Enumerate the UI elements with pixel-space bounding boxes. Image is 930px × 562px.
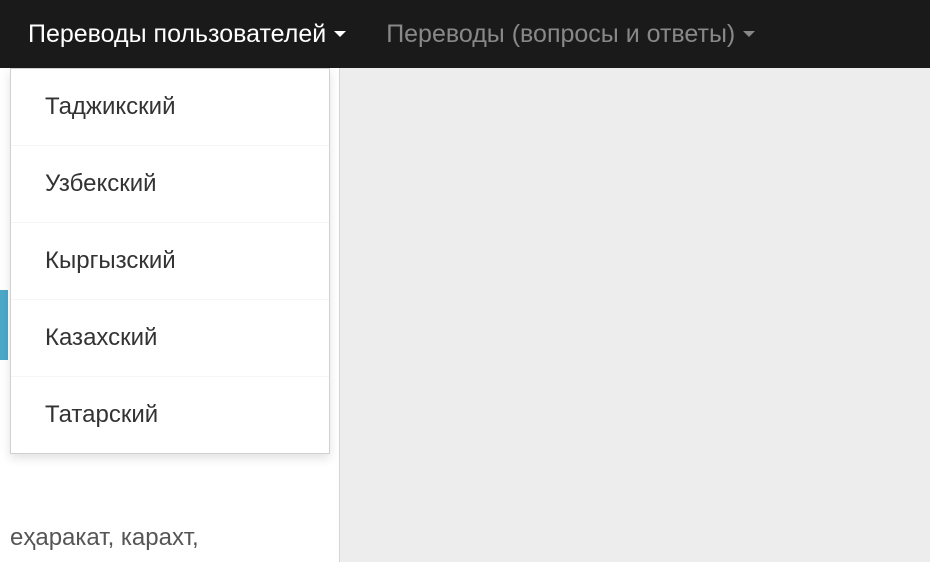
- dropdown-item-label: Узбекский: [45, 170, 157, 197]
- dropdown-item-label: Таджикский: [45, 93, 175, 120]
- dropdown-item-label: Татарский: [45, 401, 158, 428]
- navbar: Переводы пользователей Переводы (вопросы…: [0, 0, 930, 68]
- caret-down-icon: [743, 31, 755, 37]
- dropdown-item-uzbek[interactable]: Узбекский: [11, 146, 329, 223]
- nav-translations-qa[interactable]: Переводы (вопросы и ответы): [386, 0, 795, 68]
- content-background: [340, 68, 930, 562]
- partial-text-behind: еҳаракат, карахт,: [10, 524, 199, 552]
- nav-user-translations[interactable]: Переводы пользователей: [28, 0, 386, 68]
- dropdown-item-tatar[interactable]: Татарский: [11, 377, 329, 453]
- nav-label: Переводы пользователей: [28, 20, 326, 49]
- dropdown-item-kyrgyz[interactable]: Кыргызский: [11, 223, 329, 300]
- dropdown-item-label: Казахский: [45, 324, 157, 351]
- sidebar-accent-indicator: [0, 290, 8, 360]
- nav-label: Переводы (вопросы и ответы): [386, 20, 735, 49]
- caret-down-icon: [334, 31, 346, 37]
- dropdown-item-tajik[interactable]: Таджикский: [11, 69, 329, 146]
- language-dropdown: Таджикский Узбекский Кыргызский Казахски…: [10, 68, 330, 454]
- dropdown-item-kazakh[interactable]: Казахский: [11, 300, 329, 377]
- dropdown-item-label: Кыргызский: [45, 247, 176, 274]
